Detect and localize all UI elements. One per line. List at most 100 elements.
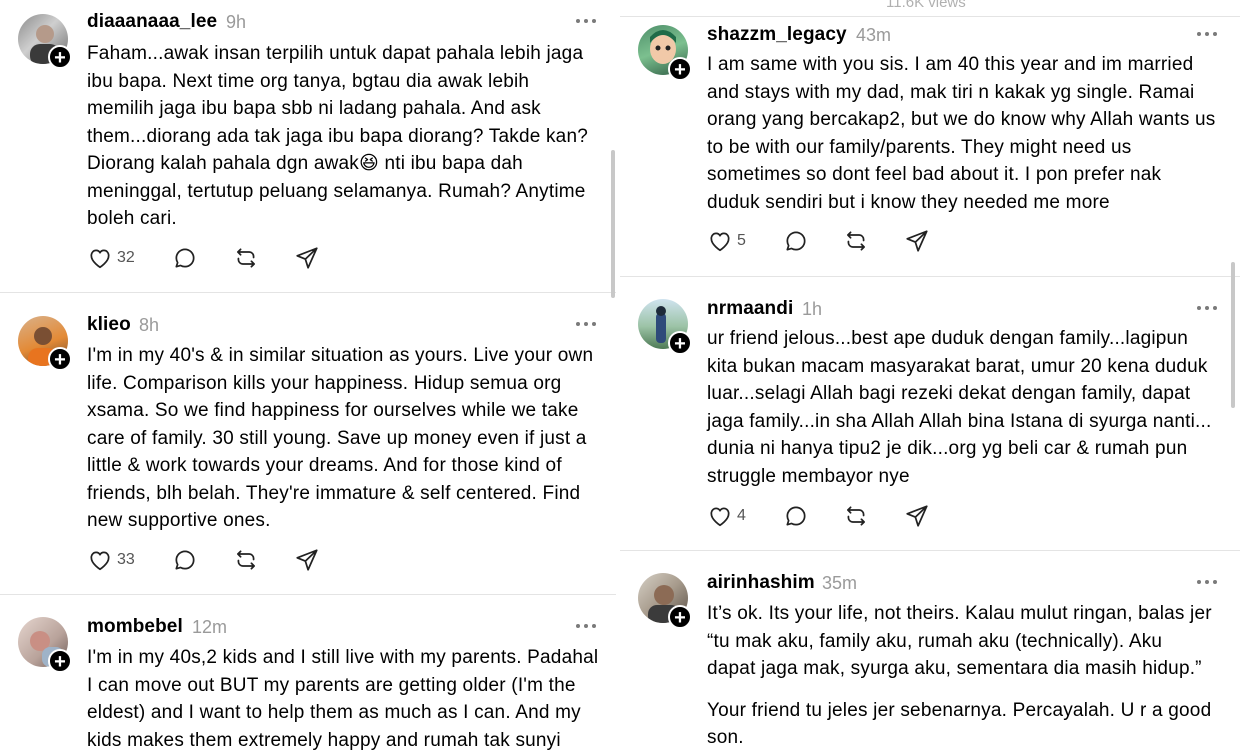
comment-button[interactable]	[783, 228, 809, 254]
post-line: Diorang kalah pahala dgn awak😆 nti ibu b…	[87, 153, 523, 174]
like-count: 4	[737, 507, 746, 524]
reply-post: + mombebel 12m I'm in my 40s,2 kids and …	[0, 595, 620, 755]
more-icon[interactable]	[576, 624, 598, 630]
reply-post: + airinhashim 35m It’s ok. Its your life…	[620, 551, 1240, 755]
heart-icon	[710, 507, 730, 527]
share-button[interactable]	[294, 547, 320, 573]
post-line: life. Comparison kills your happiness. H…	[87, 372, 562, 394]
post-text: ur friend jelous...best ape duduk dengan…	[707, 325, 1211, 490]
comment-icon	[175, 248, 195, 268]
share-icon	[296, 549, 318, 571]
post-line: “tu mak aku, family aku, rumah aku (tech…	[707, 630, 1163, 652]
post-line: It’s ok. Its your life, not theirs. Kala…	[707, 603, 1212, 624]
reply-post: + klieo 8h I'm in my 40's & in similar s…	[0, 293, 620, 593]
post-text: I'm in my 40s,2 kids and I still live wi…	[87, 644, 598, 754]
scrollbar[interactable]	[611, 150, 615, 298]
share-icon	[906, 505, 928, 527]
comment-button[interactable]	[172, 245, 198, 271]
post-line: kita bukan macam masyarakat barat, umur …	[707, 355, 1208, 377]
share-button[interactable]	[294, 245, 320, 271]
username[interactable]: airinhashim	[707, 572, 815, 594]
follow-plus-icon[interactable]: +	[48, 649, 72, 673]
username[interactable]: klieo	[87, 314, 131, 336]
post-line: memilih jaga ibu bapa sbb ni ladang paha…	[87, 98, 541, 119]
post-line: Your friend tu jeles jer sebenarnya. Per…	[707, 699, 1212, 721]
like-count: 5	[737, 232, 746, 249]
heart-icon	[710, 232, 730, 252]
like-button[interactable]: 4	[707, 503, 746, 529]
repost-button[interactable]	[233, 547, 259, 573]
username[interactable]: mombebel	[87, 616, 183, 638]
post-text: Faham...awak insan terpilih untuk dapat …	[87, 40, 588, 233]
like-button[interactable]: 32	[87, 245, 135, 271]
repost-icon	[237, 550, 255, 570]
username[interactable]: shazzm_legacy	[707, 24, 847, 46]
follow-plus-icon[interactable]: +	[668, 57, 692, 81]
comment-icon	[786, 231, 806, 251]
timestamp: 9h	[226, 12, 247, 32]
post-line: boleh cari.	[87, 208, 177, 229]
left-thread-column: + diaaanaaa_lee 9h Faham...awak insan te…	[0, 0, 620, 755]
repost-button[interactable]	[843, 228, 869, 254]
post-line: care of family. 30 still young. Save up …	[87, 427, 587, 449]
more-icon[interactable]	[576, 19, 598, 25]
comment-button[interactable]	[783, 503, 809, 529]
post-line: Faham...awak insan terpilih untuk dapat …	[87, 43, 584, 64]
post-line: ibu bapa. Next time org tanya, bgtau dia…	[87, 70, 530, 92]
like-count: 32	[117, 249, 135, 266]
repost-button[interactable]	[843, 503, 869, 529]
post-line: jaga family...in sha Allah Allah bina Is…	[707, 410, 1212, 432]
action-bar: 4	[707, 503, 1007, 533]
share-button[interactable]	[904, 228, 930, 254]
post-line: sometimes so dont feel bad about it. I p…	[707, 164, 1162, 185]
reply-post: + nrmaandi 1h ur friend jelous...best ap…	[620, 277, 1240, 549]
post-line: I can move out BUT my parents are gettin…	[87, 674, 576, 696]
post-line: I'm in my 40's & in similar situation as…	[87, 345, 594, 366]
post-text: It’s ok. Its your life, not theirs. Kala…	[707, 600, 1212, 752]
like-button[interactable]: 33	[87, 547, 135, 573]
more-icon[interactable]	[576, 322, 598, 328]
post-line: to be with our family/parents. They migh…	[707, 136, 1132, 158]
more-icon[interactable]	[1197, 580, 1219, 586]
post-line: kids makes them extremely happy and ruma…	[87, 729, 561, 751]
post-text: I'm in my 40's & in similar situation as…	[87, 342, 593, 535]
repost-icon	[237, 248, 255, 268]
view-count: 11.6K views	[886, 0, 966, 11]
scrollbar[interactable]	[1231, 262, 1235, 408]
action-bar: 33	[87, 547, 387, 577]
timestamp: 12m	[192, 617, 228, 637]
more-icon[interactable]	[1197, 32, 1219, 38]
post-line: son.	[707, 727, 744, 748]
post-line: struggle membayor nye	[707, 465, 910, 487]
comment-icon	[175, 550, 195, 570]
action-bar: 5	[707, 228, 1007, 258]
comment-button[interactable]	[172, 547, 198, 573]
share-icon	[906, 230, 928, 252]
like-count: 33	[117, 551, 135, 568]
follow-plus-icon[interactable]: +	[668, 331, 692, 355]
follow-plus-icon[interactable]: +	[48, 45, 72, 69]
heart-icon	[90, 551, 110, 571]
right-thread-column: 11.6K views + shazzm_legacy 43m I am sam…	[620, 0, 1240, 755]
share-button[interactable]	[904, 503, 930, 529]
repost-icon	[847, 506, 865, 526]
timestamp: 8h	[139, 315, 160, 335]
username[interactable]: diaaanaaa_lee	[87, 11, 217, 33]
timestamp: 43m	[856, 25, 892, 45]
timestamp: 1h	[802, 299, 823, 319]
post-line: I'm in my 40s,2 kids and I still live wi…	[87, 647, 599, 668]
repost-button[interactable]	[233, 245, 259, 271]
more-icon[interactable]	[1197, 306, 1219, 312]
share-icon	[296, 247, 318, 269]
follow-plus-icon[interactable]: +	[668, 605, 692, 629]
post-line: eldest) and I want to help them as much …	[87, 702, 581, 723]
post-line: them...diorang ada tak jaga ibu bapa dio…	[87, 125, 588, 147]
post-line: new supportive ones.	[87, 510, 271, 531]
post-line: luar...selagi Allah bagi rezeki dekat de…	[707, 383, 1191, 404]
username[interactable]: nrmaandi	[707, 298, 793, 320]
post-line: ur friend jelous...best ape duduk dengan…	[707, 328, 1189, 349]
post-line: little & work towards your dreams. And f…	[87, 455, 562, 476]
like-button[interactable]: 5	[707, 228, 746, 254]
post-line: meninggal, tertutup peluang selamanya. R…	[87, 180, 586, 202]
follow-plus-icon[interactable]: +	[48, 347, 72, 371]
